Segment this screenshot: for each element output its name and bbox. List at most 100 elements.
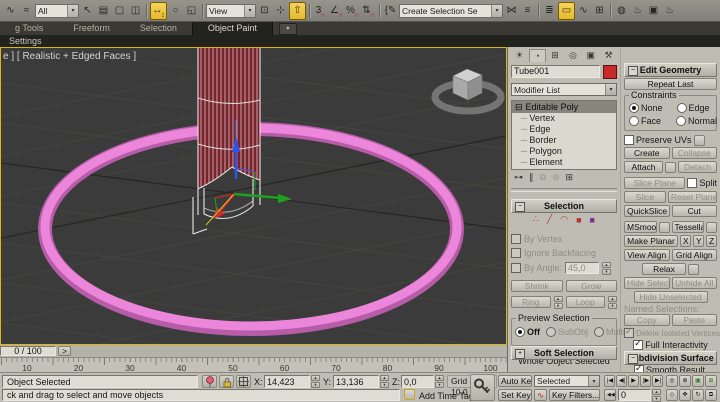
zoom-icon[interactable]: ◎ (666, 375, 678, 387)
render-setup-icon[interactable]: ♨ (630, 3, 645, 19)
viewport-label[interactable]: e ] [ Realistic + Edged Faces ] (3, 51, 136, 62)
orbit-icon[interactable]: ↻ (692, 389, 704, 401)
preview-multi-radio[interactable] (594, 327, 604, 337)
preview-off-radio[interactable] (515, 327, 525, 337)
zoom-all-icon[interactable]: ⊕ (679, 375, 691, 387)
loop-spinner[interactable]: ▲▼ (608, 296, 617, 308)
make-planar-button[interactable]: Make Planar (624, 235, 678, 247)
spinner-down-icon[interactable]: ▼ (435, 382, 444, 388)
x-coord-spinner[interactable]: ▲▼ (311, 375, 320, 388)
window-crossing-icon[interactable]: ◫ (128, 3, 143, 19)
auto-key-button[interactable]: Auto Key (498, 375, 532, 387)
grow-button[interactable]: Grow (566, 280, 618, 292)
full-interactivity-checkbox[interactable]: ✓ (633, 340, 643, 350)
pin-stack-icon[interactable]: ⊶ (514, 172, 523, 183)
paste-button[interactable]: Paste (672, 314, 718, 326)
attach-settings-button[interactable] (665, 162, 676, 173)
show-end-result-icon[interactable]: ∥ (529, 172, 534, 183)
tab-object-paint[interactable]: Object Paint (192, 22, 273, 35)
unhide-all-button[interactable]: Unhide All (672, 277, 718, 289)
stack-subitem-vertex[interactable]: ─Vertex (512, 113, 616, 124)
slice-button[interactable]: Slice (624, 191, 666, 203)
ring-button[interactable]: Ring (511, 296, 551, 308)
view-align-button[interactable]: View Align (624, 249, 670, 261)
play-button[interactable]: ▶ (628, 375, 639, 387)
msmooth-settings-button[interactable] (659, 222, 670, 233)
field-of-view-icon[interactable]: ◇ (666, 389, 678, 401)
next-frame-button[interactable]: |▶ (640, 375, 651, 387)
relax-settings-button[interactable] (688, 264, 699, 275)
zoom-extents-all-icon[interactable]: ⊞ (705, 375, 717, 387)
snap-toggle-3d-icon[interactable]: 3∩ (313, 3, 328, 19)
tessellate-button[interactable]: Tessellate (672, 221, 705, 233)
angle-snap-icon[interactable]: ∠∩ (329, 3, 344, 19)
reference-coordinate-system-dropdown[interactable]: View▾ (206, 4, 256, 18)
hierarchy-tab-icon[interactable]: ⊞ (547, 49, 564, 62)
curve-editor-icon[interactable]: ∿ (576, 3, 591, 19)
spinner-up-icon[interactable]: ▲ (652, 389, 661, 395)
by-vertex-checkbox[interactable] (511, 234, 521, 244)
edit-named-selection-sets-icon[interactable]: {✎ (383, 3, 398, 19)
dropdown-arrow-icon[interactable]: ▾ (588, 376, 599, 386)
dropdown-arrow-icon[interactable]: ▾ (244, 5, 255, 17)
preview-subobj-radio[interactable] (546, 327, 556, 337)
stack-subitem-edge[interactable]: ─Edge (512, 124, 616, 135)
y-coord-spinner[interactable]: ▲▼ (380, 375, 389, 388)
edit-geometry-rollout-header[interactable]: − Edit Geometry (624, 63, 717, 77)
loop-button[interactable]: Loop (566, 296, 606, 308)
create-button[interactable]: Create (624, 147, 670, 159)
pan-icon[interactable]: ✥ (679, 389, 691, 401)
selection-rollout-header[interactable]: − Selection (511, 199, 617, 213)
spinner-down-icon[interactable]: ▼ (554, 303, 563, 309)
stack-subitem-element[interactable]: ─Element (512, 157, 616, 168)
spinner-down-icon[interactable]: ▼ (652, 396, 661, 402)
planar-x-button[interactable]: X (680, 235, 691, 247)
hide-selected-button[interactable]: Hide Selected (624, 277, 670, 289)
spinner-up-icon[interactable]: ▲ (554, 296, 563, 302)
msmooth-button[interactable]: MSmooth (624, 221, 657, 233)
tab-g-tools[interactable]: g Tools (0, 22, 58, 35)
next-frame-nub[interactable]: > (58, 346, 71, 356)
spinner-up-icon[interactable]: ▲ (380, 375, 389, 381)
stack-subitem-polygon[interactable]: ─Polygon (512, 146, 616, 157)
schematic-view-icon[interactable]: ⊞ (592, 3, 607, 19)
tube-object[interactable] (193, 48, 260, 234)
constraint-face-radio[interactable] (629, 116, 639, 126)
attach-button[interactable]: Attach (624, 161, 663, 173)
ribbon-settings-label[interactable]: Settings (9, 36, 42, 46)
vertex-icon[interactable]: ∴ (533, 214, 539, 225)
ring-spinner[interactable]: ▲▼ (554, 296, 563, 308)
collapse-tree-icon[interactable]: ⊟ (515, 102, 523, 113)
key-mode-toggle[interactable]: ◀◀ (604, 389, 616, 401)
time-tag-toggle-icon[interactable] (404, 389, 415, 400)
key-filters-button[interactable]: Key Filters... (549, 389, 600, 401)
go-to-start-button[interactable]: |◀ (604, 375, 615, 387)
border-icon[interactable]: ◠ (560, 214, 568, 225)
edge-icon[interactable]: ╱ (547, 214, 552, 225)
configure-modifier-sets-icon[interactable]: ⊞ (565, 172, 573, 183)
utilities-tab-icon[interactable]: ⚒ (600, 49, 617, 62)
collapse-button[interactable]: Collapse (672, 147, 718, 159)
object-name-field[interactable]: Tube001 (511, 65, 600, 78)
frame-spinner[interactable]: ▲▼ (652, 389, 661, 401)
create-tab-icon[interactable]: ☀ (511, 49, 528, 62)
spinner-up-icon[interactable]: ▲ (602, 262, 611, 268)
viewcube[interactable] (435, 69, 501, 111)
by-angle-checkbox[interactable] (511, 263, 521, 273)
angle-value-field[interactable]: 45,0 (565, 262, 599, 274)
zoom-extents-icon[interactable]: ▣ (692, 375, 704, 387)
use-pivot-point-icon[interactable]: ⊡ (257, 3, 272, 19)
select-and-manipulate-icon[interactable]: ⊹ (273, 3, 288, 19)
relax-button[interactable]: Relax (642, 263, 686, 275)
render-production-icon[interactable]: ♨ (662, 3, 677, 19)
isolate-selection-toggle[interactable] (202, 375, 217, 388)
z-coord-spinner[interactable]: ▲▼ (435, 375, 444, 388)
modify-tab-icon[interactable]: ◔ (529, 49, 546, 62)
planar-z-button[interactable]: Z (706, 235, 717, 247)
expand-rollout-icon[interactable]: + (515, 349, 525, 359)
stack-item-editable-poly[interactable]: ⊟ Editable Poly (512, 101, 616, 113)
detach-button[interactable]: Detach (678, 161, 717, 173)
tab-freeform[interactable]: Freeform (58, 22, 125, 35)
percent-snap-icon[interactable]: %∩ (345, 3, 360, 19)
dropdown-arrow-icon[interactable]: ▾ (491, 5, 502, 17)
